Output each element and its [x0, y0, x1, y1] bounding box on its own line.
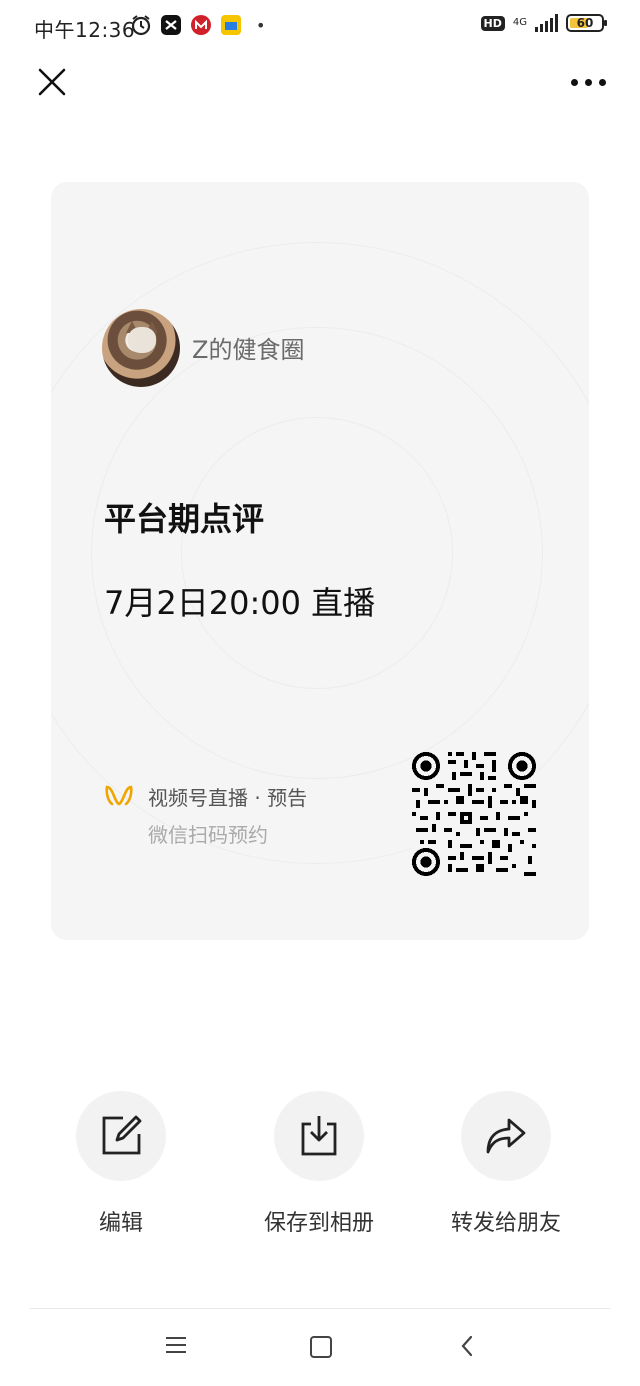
battery-icon: 60 [566, 14, 607, 32]
save-to-album-button[interactable] [274, 1091, 364, 1181]
download-icon [301, 1116, 337, 1156]
bottom-divider [30, 1308, 610, 1309]
channels-logo-icon [104, 782, 134, 808]
more-dot [570, 78, 578, 86]
edit-action[interactable]: 编辑 [31, 1091, 211, 1241]
share-to-friend-button[interactable] [461, 1091, 551, 1181]
share-icon [486, 1118, 526, 1154]
status-bar: 中午12:36 • HD 4G 60 [0, 0, 640, 56]
home-icon[interactable] [310, 1336, 332, 1358]
share-to-friend-label: 转发给朋友 [450, 1211, 561, 1236]
edit-button[interactable] [76, 1091, 166, 1181]
edit-label: 编辑 [98, 1211, 143, 1236]
network-type: 4G [512, 17, 527, 28]
save-action[interactable]: 保存到相册 [229, 1091, 409, 1241]
background-ring [181, 417, 453, 689]
close-button[interactable] [34, 64, 70, 100]
battery-level: 60 [576, 16, 594, 30]
back-icon[interactable] [458, 1334, 476, 1358]
edit-icon [102, 1115, 142, 1155]
scan-hint: 微信扫码预约 [148, 823, 268, 847]
event-time: 7月2日20:00 直播 [104, 584, 376, 622]
event-title: 平台期点评 [104, 500, 265, 538]
signal-icon [535, 14, 558, 32]
close-icon [38, 68, 66, 96]
status-time: 中午12:36 [34, 18, 136, 42]
status-notification-icons [130, 14, 242, 36]
alarm-icon [130, 14, 152, 36]
avatar [102, 309, 180, 387]
status-system-icons: HD 4G 60 [480, 14, 607, 32]
menu-icon[interactable] [166, 1337, 186, 1355]
save-to-album-label: 保存到相册 [263, 1211, 374, 1236]
more-dot [584, 78, 592, 86]
more-dot [598, 78, 606, 86]
status-more-dot: • [256, 16, 266, 35]
share-action[interactable]: 转发给朋友 [416, 1091, 596, 1241]
qr-code [412, 752, 536, 876]
capcut-icon [160, 14, 182, 36]
app-yellow-icon [220, 14, 242, 36]
live-preview-card: Z的健食圈 平台期点评 7月2日20:00 直播 视频号直播 · 预告 微信扫码… [51, 182, 589, 940]
account-name: Z的健食圈 [192, 336, 305, 364]
more-options-button[interactable] [568, 72, 608, 92]
hd-badge: HD [480, 15, 505, 31]
channel-label: 视频号直播 · 预告 [148, 786, 308, 810]
app-red-icon [190, 14, 212, 36]
